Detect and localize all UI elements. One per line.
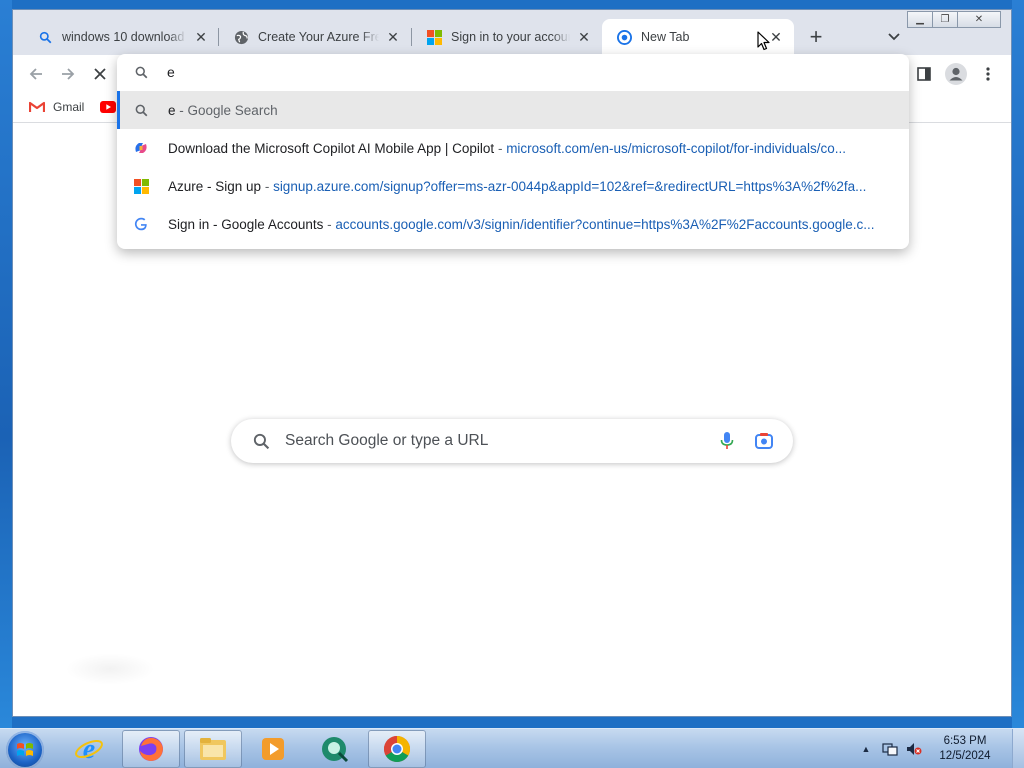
omnibox-input[interactable] — [167, 60, 867, 84]
youtube-icon — [100, 99, 116, 115]
suggestion-title: e — [168, 102, 176, 118]
suggestion-google-search[interactable]: e - Google Search — [117, 91, 909, 129]
show-desktop-button[interactable] — [1012, 729, 1024, 768]
tab-strip: windows 10 download - ✕ Create Your Azur… — [13, 10, 1011, 55]
suggestion-separator: - — [261, 178, 274, 194]
suggestion-text: Azure - Sign up - signup.azure.com/signu… — [168, 179, 898, 194]
tab-title: New Tab — [641, 30, 690, 44]
search-icon — [133, 102, 149, 118]
suggestion-title: Azure - Sign up — [168, 178, 262, 194]
search-icon — [133, 66, 149, 79]
copilot-icon — [133, 140, 149, 156]
forward-button[interactable] — [54, 60, 82, 88]
action-center-icon[interactable] — [882, 741, 898, 757]
chrome-icon — [383, 736, 411, 763]
suggestion-url: microsoft.com/en-us/microsoft-copilot/fo… — [506, 140, 847, 156]
suggestion-title: Sign in - Google Accounts — [168, 216, 324, 232]
taskbar-app[interactable] — [306, 730, 364, 768]
search-icon — [251, 431, 271, 451]
suggestion-text: Download the Microsoft Copilot AI Mobile… — [168, 141, 898, 156]
suggestion-separator: - — [323, 216, 336, 232]
taskbar-media-player[interactable] — [244, 730, 302, 768]
firefox-icon — [139, 737, 163, 761]
tab-title: Create Your Azure Free A — [258, 30, 379, 44]
mouse-cursor-icon — [757, 31, 770, 51]
taskbar-internet-explorer[interactable]: e — [60, 730, 118, 768]
system-tray: ▲ 6:53 PM 12/5/2024 — [858, 729, 1024, 768]
suggestion-url: signup.azure.com/signup?offer=ms-azr-004… — [273, 178, 867, 194]
clock-date: 12/5/2024 — [939, 750, 991, 762]
bookmark-label: Gmail — [53, 100, 85, 114]
new-tab-button[interactable]: + — [803, 24, 829, 50]
suggestion-separator: - — [494, 140, 507, 156]
svg-text:e: e — [83, 734, 95, 764]
close-icon[interactable]: ✕ — [385, 29, 401, 45]
show-hidden-icons-icon[interactable]: ▲ — [858, 741, 874, 757]
windows-logo-icon — [17, 743, 33, 756]
globe-icon — [233, 29, 249, 45]
shortcut-placeholder — [65, 653, 155, 685]
chrome-window: windows 10 download - ✕ Create Your Azur… — [12, 9, 1012, 717]
suggestion-google-accounts[interactable]: Sign in - Google Accounts - accounts.goo… — [117, 205, 909, 243]
bookmark-gmail[interactable]: Gmail — [29, 99, 84, 115]
tab-azure-free[interactable]: Create Your Azure Free A ✕ — [219, 19, 411, 55]
suggestion-url: accounts.google.com/v3/signin/identifier… — [335, 216, 875, 232]
search-icon — [37, 29, 53, 45]
close-window-button[interactable]: ✕ — [957, 11, 1001, 28]
window-controls: ▁ ❐ ✕ — [907, 11, 1001, 28]
stop-loading-button[interactable] — [86, 60, 114, 88]
suggestion-text: Sign in - Google Accounts - accounts.goo… — [168, 217, 898, 232]
suggestion-separator: - — [175, 102, 188, 118]
menu-button[interactable] — [974, 60, 1002, 88]
side-panel-button[interactable] — [910, 60, 938, 88]
media-player-icon — [262, 738, 284, 760]
taskbar-file-explorer[interactable] — [184, 730, 242, 768]
google-lens-icon[interactable] — [753, 430, 775, 452]
gmail-icon — [29, 99, 45, 115]
suggestion-copilot[interactable]: Download the Microsoft Copilot AI Mobile… — [117, 129, 909, 167]
tab-search-button[interactable] — [881, 24, 907, 50]
clock[interactable]: 6:53 PM 12/5/2024 — [930, 734, 1000, 764]
restore-button[interactable]: ❐ — [932, 11, 958, 28]
suggestion-description: Google Search — [187, 102, 278, 118]
tab-title: windows 10 download - — [62, 30, 187, 44]
internet-explorer-icon: e — [75, 734, 103, 764]
minimize-button[interactable]: ▁ — [907, 11, 933, 28]
tab-title: Sign in to your account — [451, 30, 570, 44]
suggestion-title: Download the Microsoft Copilot AI Mobile… — [168, 140, 495, 156]
desktop-background-left — [0, 0, 12, 728]
close-icon[interactable]: ✕ — [576, 29, 592, 45]
close-icon[interactable]: ✕ — [193, 29, 209, 45]
microphone-icon[interactable] — [717, 431, 737, 451]
ntp-search-box[interactable]: Search Google or type a URL — [231, 419, 793, 463]
taskbar: e ▲ 6:53 PM 12/5/2024 — [0, 728, 1024, 768]
taskbar-chrome[interactable] — [368, 730, 426, 768]
chrome-icon — [616, 29, 632, 45]
microsoft-logo-icon — [426, 29, 442, 45]
omnibox — [117, 54, 909, 90]
google-g-icon — [133, 216, 149, 232]
clock-time: 6:53 PM — [943, 735, 987, 747]
search-placeholder: Search Google or type a URL — [285, 432, 489, 449]
desktop-background-right — [1012, 0, 1024, 728]
suggestion-text: e - Google Search — [168, 103, 898, 118]
file-explorer-icon — [200, 738, 226, 760]
cursor-app-icon — [322, 737, 349, 763]
tab-windows-download[interactable]: windows 10 download - ✕ — [23, 19, 219, 55]
omnibox-dropdown: e - Google Search Download the Microsoft… — [117, 54, 909, 249]
profile-button[interactable] — [942, 60, 970, 88]
microsoft-logo-icon — [133, 178, 149, 194]
start-button[interactable] — [6, 731, 44, 768]
back-button[interactable] — [22, 60, 50, 88]
volume-muted-icon[interactable] — [906, 741, 922, 757]
suggestion-azure-signup[interactable]: Azure - Sign up - signup.azure.com/signu… — [117, 167, 909, 205]
taskbar-firefox[interactable] — [122, 730, 180, 768]
tab-sign-in-account[interactable]: Sign in to your account ✕ — [412, 19, 602, 55]
